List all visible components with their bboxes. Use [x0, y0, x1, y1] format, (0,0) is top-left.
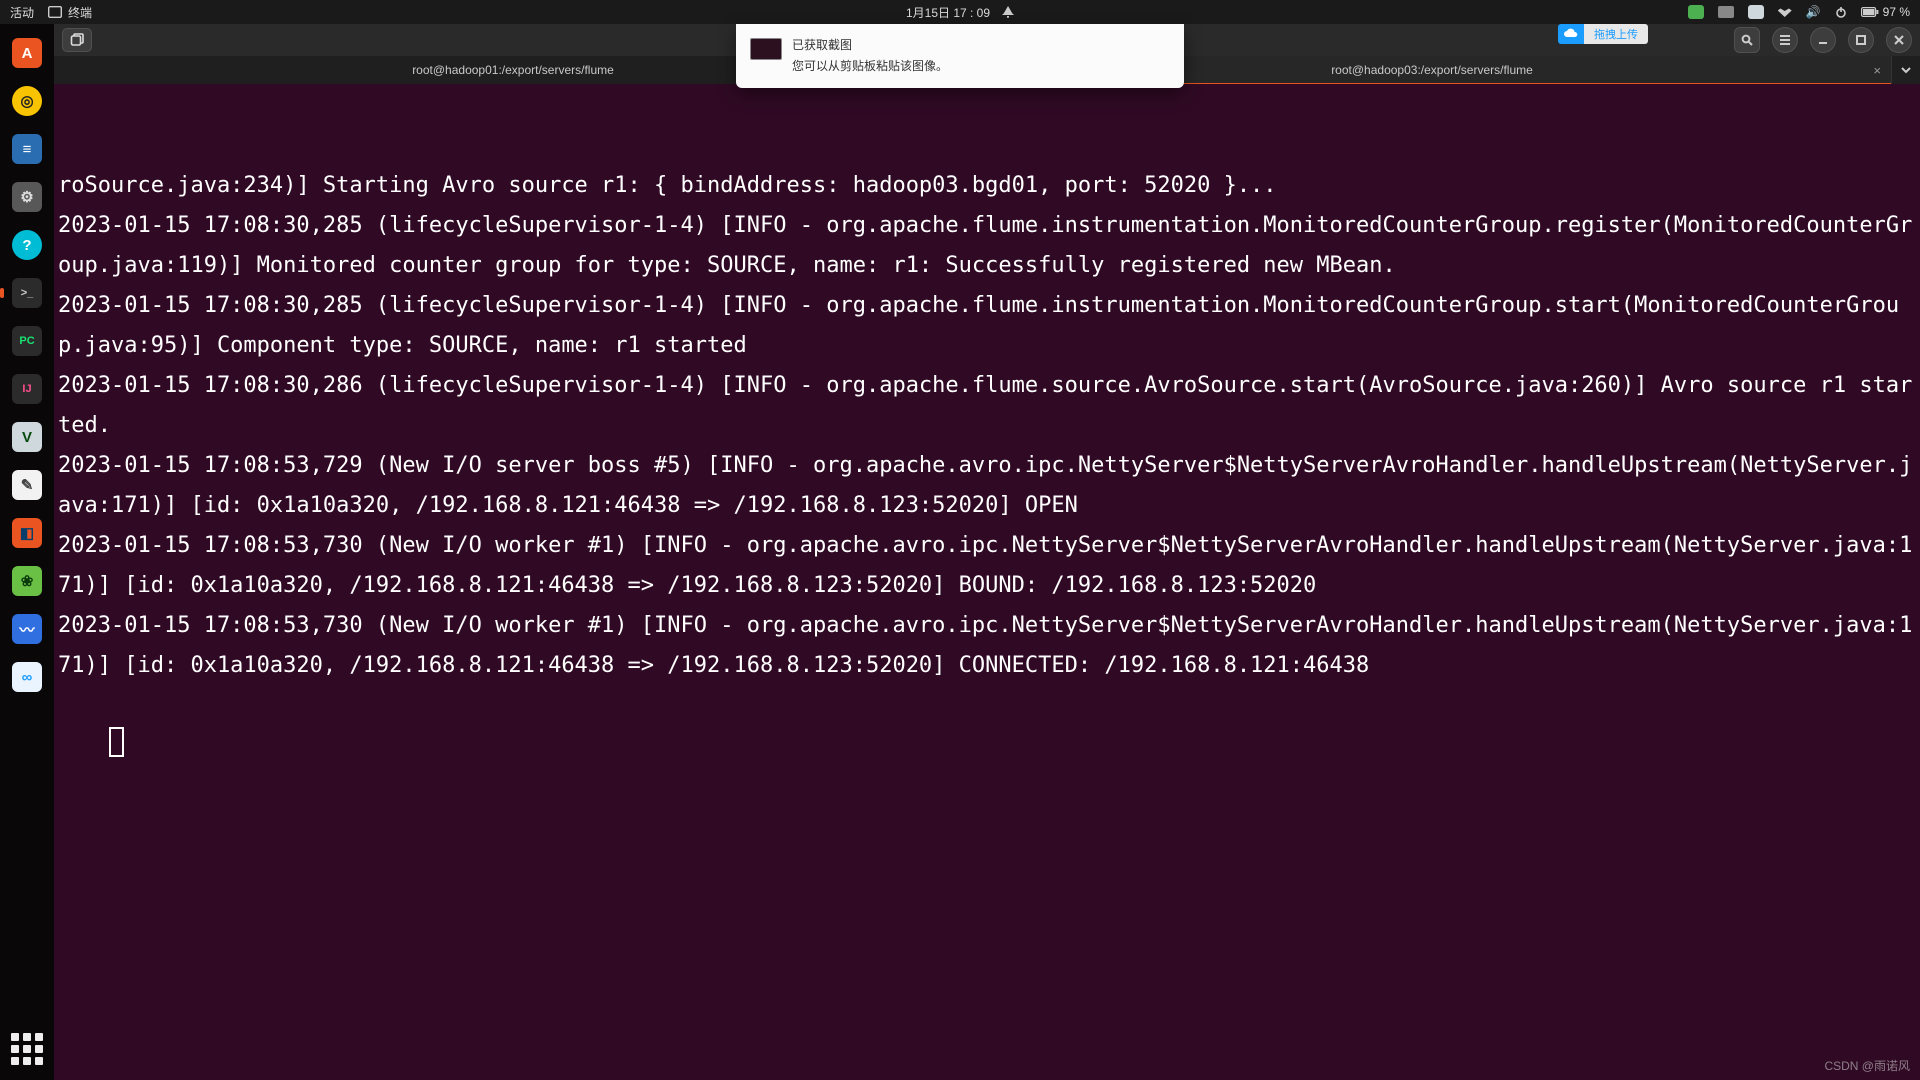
- maximize-button[interactable]: [1848, 27, 1874, 53]
- apps-grid-icon: [6, 1028, 48, 1070]
- hamburger-menu-button[interactable]: [1772, 27, 1798, 53]
- settings-icon: ⚙: [12, 182, 42, 212]
- minimize-button[interactable]: [1810, 27, 1836, 53]
- marktext-icon: 〰: [12, 614, 42, 644]
- close-window-button[interactable]: [1886, 27, 1912, 53]
- intellij-icon: IJ: [12, 374, 42, 404]
- sys-monitor-icon: ❀: [12, 566, 42, 596]
- tray-app-icon-1[interactable]: [1688, 5, 1704, 19]
- terminal-icon: >_: [12, 278, 42, 308]
- dock-app-vim[interactable]: V: [6, 416, 48, 458]
- libreoffice-writer-icon: ≡: [12, 134, 42, 164]
- screenshot-thumb-icon: [750, 38, 782, 60]
- dock: A ◎ ≡ ⚙? >_ PC IJ V ✎ ◧ ❀ 〰 ∞: [0, 24, 54, 1080]
- power-icon[interactable]: [1835, 6, 1847, 18]
- terminal-output-text: roSource.java:234)] Starting Avro source…: [54, 166, 1920, 686]
- dock-app-baidu-netdisk[interactable]: ∞: [6, 656, 48, 698]
- dock-app-libreoffice-writer[interactable]: ≡: [6, 128, 48, 170]
- vim-icon: V: [12, 422, 42, 452]
- volume-icon[interactable]: 🔊: [1806, 5, 1821, 19]
- screenshot-toast[interactable]: 已获取截图 您可以从剪贴板粘贴该图像。: [736, 24, 1184, 88]
- dock-app-pycharm[interactable]: PC: [6, 320, 48, 362]
- dock-app-text-editor[interactable]: ✎: [6, 464, 48, 506]
- dock-app-help[interactable]: ?: [6, 224, 48, 266]
- clock[interactable]: 1月15日 17 : 09: [906, 4, 990, 21]
- terminal-cursor: [109, 727, 124, 757]
- text-editor-icon: ✎: [12, 470, 42, 500]
- dock-app-sys-monitor[interactable]: ❀: [6, 560, 48, 602]
- new-tab-button[interactable]: [62, 28, 92, 52]
- wifi-icon[interactable]: [1778, 7, 1792, 17]
- tray-app-icon-2[interactable]: [1718, 6, 1734, 18]
- terminal-tab-title: root@hadoop01:/export/servers/flume: [412, 63, 614, 77]
- dock-app-settings[interactable]: ⚙: [6, 176, 48, 218]
- dock-app-ubuntu-software[interactable]: A: [6, 32, 48, 74]
- cloud-upload-icon: [1558, 24, 1584, 44]
- tray-app-icon-3[interactable]: [1748, 5, 1764, 19]
- baidu-netdisk-icon: ∞: [12, 662, 42, 692]
- activities-button[interactable]: 活动: [10, 4, 34, 21]
- terminal-output-area[interactable]: roSource.java:234)] Starting Avro source…: [54, 84, 1920, 1080]
- toast-title: 已获取截图: [792, 36, 1168, 53]
- ubuntu-software-icon: A: [12, 38, 42, 68]
- terminal-tab-title: root@hadoop03:/export/servers/flume: [1331, 63, 1533, 77]
- battery-percent: 97 %: [1883, 5, 1910, 19]
- terminal-indicator-icon[interactable]: 终端: [48, 4, 92, 21]
- dock-app-vbox[interactable]: ◧: [6, 512, 48, 554]
- dock-app-marktext[interactable]: 〰: [6, 608, 48, 650]
- app-indicator-label: 终端: [68, 4, 92, 21]
- dock-app-intellij[interactable]: IJ: [6, 368, 48, 410]
- watermark: CSDN @雨诺风: [1824, 1057, 1910, 1074]
- battery-status[interactable]: 97 %: [1861, 5, 1910, 19]
- upload-drop-label: 拖拽上传: [1584, 24, 1648, 44]
- toast-body: 您可以从剪贴板粘贴该图像。: [792, 57, 1168, 74]
- vbox-icon: ◧: [12, 518, 42, 548]
- dock-app-rhythmbox[interactable]: ◎: [6, 80, 48, 122]
- pycharm-icon: PC: [12, 326, 42, 356]
- rhythmbox-icon: ◎: [12, 86, 42, 116]
- tab-close-icon[interactable]: ×: [1873, 63, 1881, 78]
- search-button[interactable]: [1734, 27, 1760, 53]
- gnome-top-bar: 活动 终端 1月15日 17 : 09 🔊 97 %: [0, 0, 1920, 24]
- upload-drop-widget[interactable]: 拖拽上传: [1558, 24, 1648, 44]
- help-icon: ?: [12, 230, 42, 260]
- terminal-window: root@hadoop01:/export/servers/flume × root…: [54, 24, 1920, 1080]
- notification-bell-icon[interactable]: [1002, 6, 1014, 18]
- tab-overflow-button[interactable]: [1892, 56, 1920, 84]
- show-applications-button[interactable]: [6, 1028, 48, 1070]
- dock-app-terminal[interactable]: >_: [6, 272, 48, 314]
